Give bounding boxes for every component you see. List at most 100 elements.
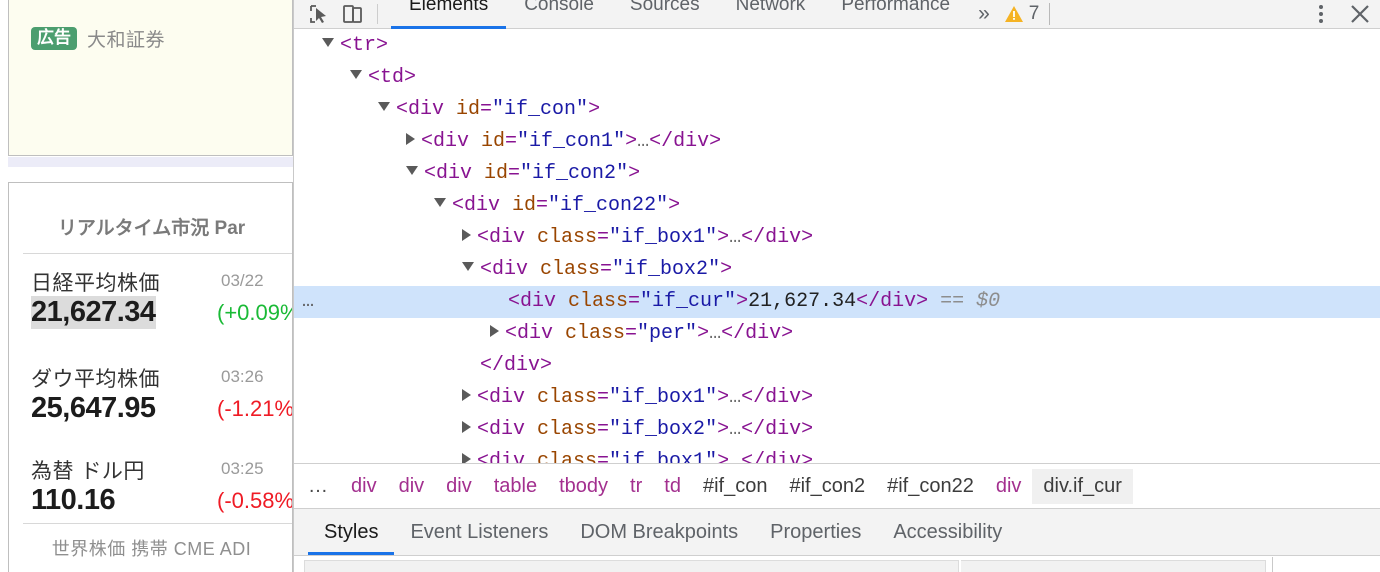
chevron-right-icon[interactable] xyxy=(490,324,499,337)
chevron-right-icon[interactable] xyxy=(462,228,471,241)
breadcrumb-item[interactable]: tr xyxy=(619,469,653,504)
tab-elements-label: Elements xyxy=(409,0,489,15)
market-row-value[interactable]: 21,627.34 xyxy=(31,296,156,329)
chevron-right-icon[interactable] xyxy=(462,452,471,463)
tab-styles[interactable]: Styles xyxy=(308,510,395,555)
market-row[interactable]: 為替 ドル円 xyxy=(31,455,145,485)
inspect-cursor-icon[interactable] xyxy=(302,0,336,28)
tab-elements[interactable]: Elements xyxy=(391,0,507,29)
breadcrumb-item[interactable]: div xyxy=(340,469,388,504)
dom-token-at: class xyxy=(537,226,598,249)
kebab-menu-icon[interactable] xyxy=(1303,0,1339,28)
chevron-right-icon[interactable] xyxy=(462,388,471,401)
dom-tree-row-selected[interactable]: … <div class="if_cur">21,627.34</div> == … xyxy=(294,286,1380,318)
close-icon[interactable] xyxy=(1339,0,1380,28)
market-footer-links[interactable]: 世界株価 携帯 CME ADI xyxy=(9,535,292,561)
dom-tree-row[interactable]: <div class="if_box2">…</div> xyxy=(294,414,1380,446)
breadcrumb-item[interactable]: table xyxy=(483,469,548,504)
dom-tree-row[interactable]: <tr> xyxy=(294,30,1380,62)
dom-tree-row[interactable]: <div class="if_box2"> xyxy=(294,254,1380,286)
chevron-down-icon[interactable] xyxy=(434,198,446,208)
dom-tree[interactable]: <tr> <td> <div id="if_con"> <div id="if_con… xyxy=(294,30,1380,463)
dom-token-tg: <div xyxy=(505,322,566,345)
market-row[interactable]: ダウ平均株価 xyxy=(31,363,160,393)
more-tabs-icon[interactable]: » xyxy=(978,2,990,26)
dom-token-tg: > xyxy=(717,418,730,441)
breadcrumb-item[interactable]: div xyxy=(388,469,436,504)
dom-tree-row[interactable]: <div id="if_con1">…</div> xyxy=(294,126,1380,158)
dom-token-tg: <tr> xyxy=(340,34,389,57)
tab-network-label: Network xyxy=(735,0,806,15)
breadcrumb-item[interactable]: #if_con xyxy=(692,469,779,504)
styles-filter-input[interactable] xyxy=(304,560,959,572)
market-row[interactable]: 日経平均株価 xyxy=(31,267,160,297)
dom-tree-row[interactable]: <td> xyxy=(294,62,1380,94)
tab-styles-label: Styles xyxy=(324,521,379,543)
dom-token-tg: </div> xyxy=(649,130,722,153)
tab-event-listeners[interactable]: Event Listeners xyxy=(394,510,564,555)
tab-dom-breakpoints[interactable]: DOM Breakpoints xyxy=(564,510,754,555)
dom-token-tg: </div> xyxy=(741,386,814,409)
dom-row-overflow-dots[interactable]: … xyxy=(302,286,316,318)
dom-tree-row[interactable]: <div class="if_box1">…</div> xyxy=(294,222,1380,254)
dom-token-tg: = xyxy=(536,194,549,217)
dom-token-tg: = xyxy=(597,386,610,409)
dom-tree-row[interactable]: <div class="if_box1">…</div> xyxy=(294,382,1380,414)
breadcrumb-item[interactable]: td xyxy=(653,469,692,504)
tab-accessibility[interactable]: Accessibility xyxy=(877,510,1018,555)
tab-properties-label: Properties xyxy=(770,521,862,543)
tab-performance[interactable]: Performance xyxy=(823,0,968,29)
dom-token-dots: … xyxy=(637,130,650,153)
market-row-name: 為替 ドル円 xyxy=(31,460,145,483)
dom-tree-row[interactable]: <div class="per">…</div> xyxy=(294,318,1380,350)
chevron-down-icon[interactable] xyxy=(322,38,334,48)
tab-console[interactable]: Console xyxy=(506,0,612,29)
ad-header: 広告 大和証券 xyxy=(31,25,165,52)
dom-token-tg: <div xyxy=(508,290,569,313)
tab-network[interactable]: Network xyxy=(718,0,824,29)
dom-tree-row[interactable]: </div> xyxy=(294,350,1380,382)
dom-tree-row[interactable]: <div id="if_con22"> xyxy=(294,190,1380,222)
dom-token-at: class xyxy=(537,450,598,463)
dom-token-av: "if_box2" xyxy=(612,258,721,281)
breadcrumb-item[interactable]: div xyxy=(985,469,1033,504)
market-row-time: 03:26 xyxy=(221,367,264,386)
market-row-value[interactable]: 25,647.95 xyxy=(31,392,156,425)
tab-sources[interactable]: Sources xyxy=(612,0,718,29)
breadcrumb[interactable]: … div div div table tbody tr td #if_con #if_con2 #… xyxy=(294,463,1380,509)
warning-indicator[interactable]: 7 xyxy=(1004,2,1040,25)
chevron-right-icon[interactable] xyxy=(462,420,471,433)
breadcrumb-item[interactable]: tbody xyxy=(548,469,619,504)
breadcrumb-item-selected[interactable]: div.if_cur xyxy=(1032,468,1133,504)
chevron-right-icon[interactable] xyxy=(406,132,415,145)
dom-tree-row[interactable]: <div id="if_con"> xyxy=(294,94,1380,126)
styles-toggle-group[interactable] xyxy=(961,560,1266,572)
device-toolbar-icon[interactable] xyxy=(336,0,370,28)
advertisement-box[interactable]: 広告 大和証券 xyxy=(8,0,293,156)
dom-token-av: "per" xyxy=(637,322,698,345)
warning-count: 7 xyxy=(1028,2,1040,24)
chevron-down-icon[interactable] xyxy=(462,262,474,272)
tab-dom-breakpoints-label: DOM Breakpoints xyxy=(580,521,739,543)
dom-token-av: "if_box2" xyxy=(609,418,718,441)
dom-token-at: class xyxy=(537,386,598,409)
screen-root: 広告 大和証券 リアルタイム市況 Par 日経平均株価 03/22 21,627… xyxy=(0,0,1380,572)
breadcrumb-item[interactable]: #if_con2 xyxy=(778,469,876,504)
chevron-down-icon[interactable] xyxy=(406,166,418,176)
breadcrumb-overflow-dots[interactable]: … xyxy=(294,469,340,504)
dom-tree-row[interactable]: <div class="if_box1">…</div> xyxy=(294,446,1380,463)
breadcrumb-item[interactable]: div xyxy=(435,469,483,504)
dom-token-tg: <div xyxy=(424,162,485,185)
dom-token-at: class xyxy=(540,258,601,281)
dom-token-tg: </div> xyxy=(741,418,814,441)
market-row-value[interactable]: 110.16 xyxy=(31,484,116,517)
chevron-down-icon[interactable] xyxy=(350,70,362,80)
chevron-down-icon[interactable] xyxy=(378,102,390,112)
breadcrumb-item[interactable]: #if_con22 xyxy=(876,469,985,504)
tab-properties[interactable]: Properties xyxy=(754,510,877,555)
dom-token-at: id xyxy=(481,130,506,153)
dom-token-tg: </div> xyxy=(741,226,814,249)
dom-token-tg: > xyxy=(720,258,733,281)
dom-tree-row[interactable]: <div id="if_con2"> xyxy=(294,158,1380,190)
ad-bottom-strip xyxy=(8,157,293,167)
